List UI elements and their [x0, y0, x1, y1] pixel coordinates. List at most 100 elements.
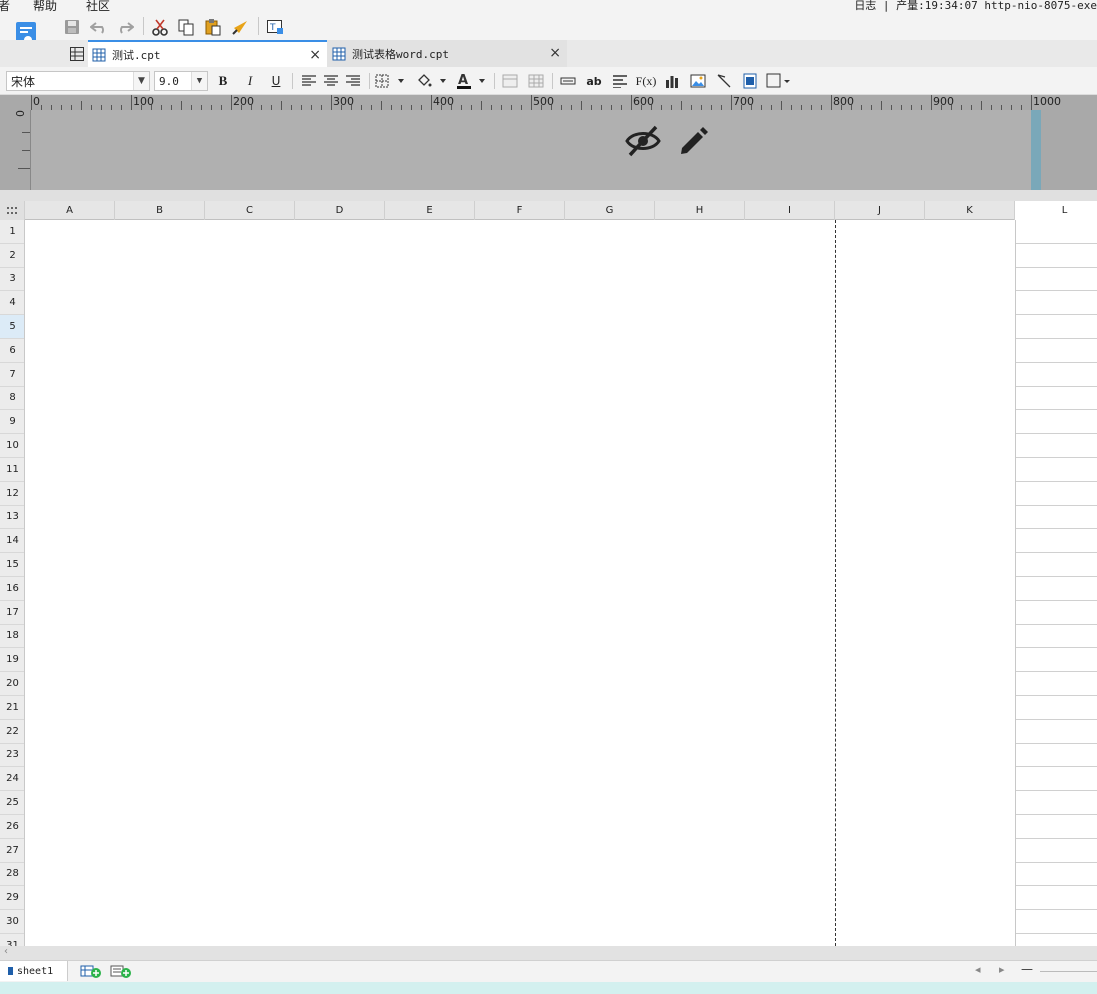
column-header-k[interactable]: K [925, 201, 1015, 220]
column-l-cell[interactable] [1016, 672, 1097, 696]
row-header-2[interactable]: 2 [0, 244, 24, 268]
text-align-icon[interactable] [610, 71, 630, 91]
fill-color-icon[interactable] [415, 71, 449, 91]
column-header-f[interactable]: F [475, 201, 565, 220]
column-l-cell[interactable] [1016, 767, 1097, 792]
row-header-17[interactable]: 17 [0, 601, 24, 625]
header-divider[interactable] [0, 190, 1097, 201]
row-header-22[interactable]: 22 [0, 720, 24, 744]
row-header-6[interactable]: 6 [0, 339, 24, 363]
select-all-icon[interactable] [0, 201, 25, 220]
add-sheet-icon[interactable] [80, 964, 102, 981]
column-header-c[interactable]: C [205, 201, 295, 220]
column-l-cell[interactable] [1016, 696, 1097, 720]
column-header-h[interactable]: H [655, 201, 745, 220]
row-header-29[interactable]: 29 [0, 886, 24, 911]
chevron-down-icon[interactable]: ▼ [133, 72, 149, 90]
column-l-cell[interactable] [1016, 601, 1097, 625]
zoom-out-icon[interactable]: — [1021, 962, 1033, 976]
row-header-26[interactable]: 26 [0, 815, 24, 839]
row-header-27[interactable]: 27 [0, 839, 24, 863]
column-l-cell[interactable] [1016, 744, 1097, 768]
column-header-e[interactable]: E [385, 201, 475, 220]
redo-icon[interactable] [114, 16, 136, 38]
row-header-13[interactable]: 13 [0, 506, 24, 530]
row-header-5[interactable]: 5 [0, 315, 24, 339]
row-header-14[interactable]: 14 [0, 529, 24, 554]
menu-item-help[interactable]: 帮助 [33, 0, 57, 13]
column-l-cell[interactable] [1016, 839, 1097, 863]
sheet-tab-sheet1[interactable]: sheet1 [0, 961, 68, 981]
sheet-scroll-left-icon[interactable]: ◂ [975, 963, 981, 976]
row-header-11[interactable]: 11 [0, 458, 24, 482]
column-l-cell[interactable] [1016, 244, 1097, 268]
menu-item-partial[interactable]: 者 [0, 0, 10, 13]
tab-test-cpt[interactable]: 测试.cpt × [88, 40, 327, 67]
tab-test-word-cpt[interactable]: 测试表格word.cpt × [327, 40, 567, 67]
font-family-select[interactable]: 宋体 ▼ [6, 71, 150, 91]
scroll-left-icon[interactable]: ‹ [4, 946, 8, 957]
report-header-area[interactable] [31, 110, 1031, 190]
row-header-4[interactable]: 4 [0, 291, 24, 316]
column-l-cell[interactable] [1016, 387, 1097, 411]
format-painter-icon[interactable] [229, 16, 251, 38]
menu-item-community[interactable]: 社区 [86, 0, 110, 13]
subreport-icon[interactable] [740, 71, 760, 91]
row-header-25[interactable]: 25 [0, 791, 24, 815]
add-polysheet-icon[interactable] [110, 964, 132, 981]
row-header-9[interactable]: 9 [0, 410, 24, 435]
row-header-31[interactable]: 31 [0, 934, 24, 946]
column-l-cells[interactable] [1015, 220, 1097, 958]
cell-border-dropdown-icon[interactable] [766, 71, 792, 91]
row-header-16[interactable]: 16 [0, 577, 24, 601]
column-header-j[interactable]: J [835, 201, 925, 220]
column-header-l[interactable]: L [1015, 201, 1097, 220]
row-header-12[interactable]: 12 [0, 482, 24, 506]
rich-text-button[interactable]: ab [584, 71, 604, 91]
bold-button[interactable]: B [213, 71, 233, 91]
column-l-cell[interactable] [1016, 363, 1097, 387]
close-icon[interactable]: × [309, 47, 321, 63]
row-header-21[interactable]: 21 [0, 696, 24, 720]
column-header-d[interactable]: D [295, 201, 385, 220]
column-l-cell[interactable] [1016, 434, 1097, 458]
column-l-cell[interactable] [1016, 339, 1097, 363]
pencil-icon[interactable] [676, 124, 710, 161]
eye-slash-icon[interactable] [625, 124, 661, 161]
zoom-slider[interactable] [1040, 971, 1097, 972]
column-l-cell[interactable] [1016, 529, 1097, 554]
column-l-cell[interactable] [1016, 315, 1097, 339]
image-icon[interactable] [688, 71, 708, 91]
insert-text-icon[interactable]: T [264, 16, 286, 38]
row-header-24[interactable]: 24 [0, 767, 24, 792]
slash-icon[interactable] [714, 71, 734, 91]
column-header-i[interactable]: I [745, 201, 835, 220]
undo-icon[interactable] [88, 16, 110, 38]
font-color-icon[interactable]: A [454, 71, 488, 91]
column-l-cell[interactable] [1016, 506, 1097, 530]
column-l-cell[interactable] [1016, 220, 1097, 244]
row-header-7[interactable]: 7 [0, 363, 24, 387]
merge-cells-icon[interactable] [500, 71, 520, 91]
split-cells-icon[interactable] [526, 71, 546, 91]
column-l-cell[interactable] [1016, 910, 1097, 934]
row-header-19[interactable]: 19 [0, 648, 24, 673]
chart-icon[interactable] [662, 71, 682, 91]
column-l-cell[interactable] [1016, 577, 1097, 601]
align-center-icon[interactable] [321, 71, 341, 91]
cut-icon[interactable] [149, 16, 171, 38]
column-l-cell[interactable] [1016, 268, 1097, 292]
border-icon[interactable] [374, 71, 406, 91]
row-header-20[interactable]: 20 [0, 672, 24, 696]
row-header-10[interactable]: 10 [0, 434, 24, 458]
italic-button[interactable]: I [240, 71, 260, 91]
row-header-30[interactable]: 30 [0, 910, 24, 934]
align-left-icon[interactable] [299, 71, 319, 91]
column-l-cell[interactable] [1016, 648, 1097, 673]
align-right-icon[interactable] [343, 71, 363, 91]
paste-icon[interactable] [202, 16, 224, 38]
copy-icon[interactable] [175, 16, 197, 38]
sheet-scroll-right-icon[interactable]: ▸ [999, 963, 1005, 976]
row-header-15[interactable]: 15 [0, 553, 24, 577]
column-header-g[interactable]: G [565, 201, 655, 220]
